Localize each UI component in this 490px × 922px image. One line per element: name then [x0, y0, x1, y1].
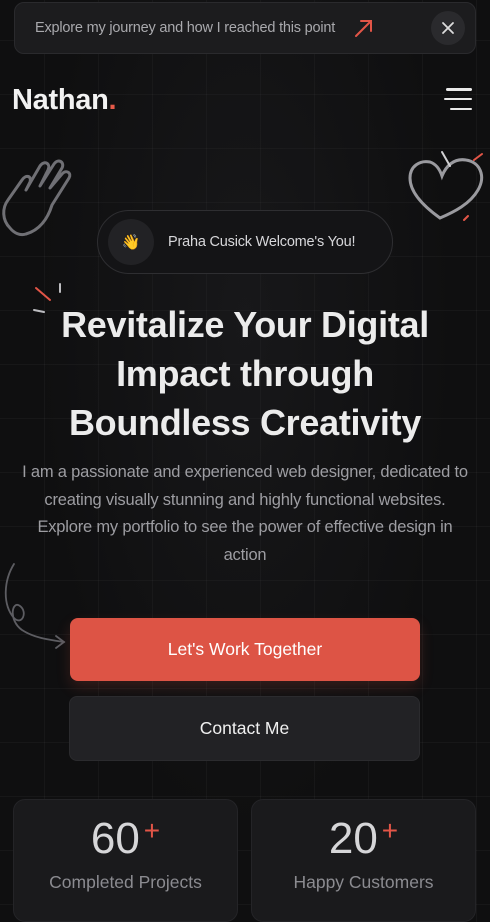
stat-value: 60	[90, 814, 140, 863]
stat-label: Completed Projects	[49, 872, 202, 892]
hero-title: Revitalize Your Digital Impact through B…	[20, 300, 470, 447]
welcome-badge: 👋 Praha Cusick Welcome's You!	[97, 210, 393, 274]
hero-title-line: Boundless Creativity	[68, 402, 422, 443]
logo[interactable]: Nathan.	[12, 84, 117, 117]
arrow-up-right-icon[interactable]	[353, 17, 375, 39]
stat-plus: +	[143, 815, 161, 846]
stat-label: Happy Customers	[293, 872, 434, 892]
lets-work-together-button[interactable]: Let's Work Together	[70, 618, 420, 681]
hamburger-menu-icon[interactable]	[444, 88, 472, 110]
stat-card-customers: 20 + Happy Customers	[251, 799, 476, 922]
hero-title-line: Revitalize Your Digital	[61, 304, 429, 345]
announcement-bar[interactable]: Explore my journey and how I reached thi…	[14, 2, 476, 54]
hero-description: I am a passionate and experienced web de…	[22, 463, 468, 564]
heart-doodle-icon	[408, 151, 483, 221]
welcome-text: Praha Cusick Welcome's You!	[168, 234, 356, 250]
close-icon	[442, 22, 454, 34]
logo-dot: .	[108, 84, 117, 116]
menu-line	[444, 97, 472, 101]
waving-hand-doodle-icon	[2, 159, 72, 237]
announcement-text[interactable]: Explore my journey and how I reached thi…	[35, 20, 335, 36]
contact-me-button[interactable]: Contact Me	[69, 696, 420, 761]
menu-line	[446, 88, 472, 91]
menu-line	[450, 107, 472, 110]
stat-value: 20	[328, 814, 378, 863]
hero-title-line: Impact through	[116, 353, 374, 394]
waving-hand-icon: 👋	[108, 219, 154, 265]
logo-text: Nathan	[12, 84, 109, 116]
close-button[interactable]	[431, 11, 465, 45]
stat-card-projects: 60 + Completed Projects	[13, 799, 238, 922]
stat-plus: +	[381, 815, 399, 846]
curly-arrow-doodle-icon	[4, 563, 66, 649]
